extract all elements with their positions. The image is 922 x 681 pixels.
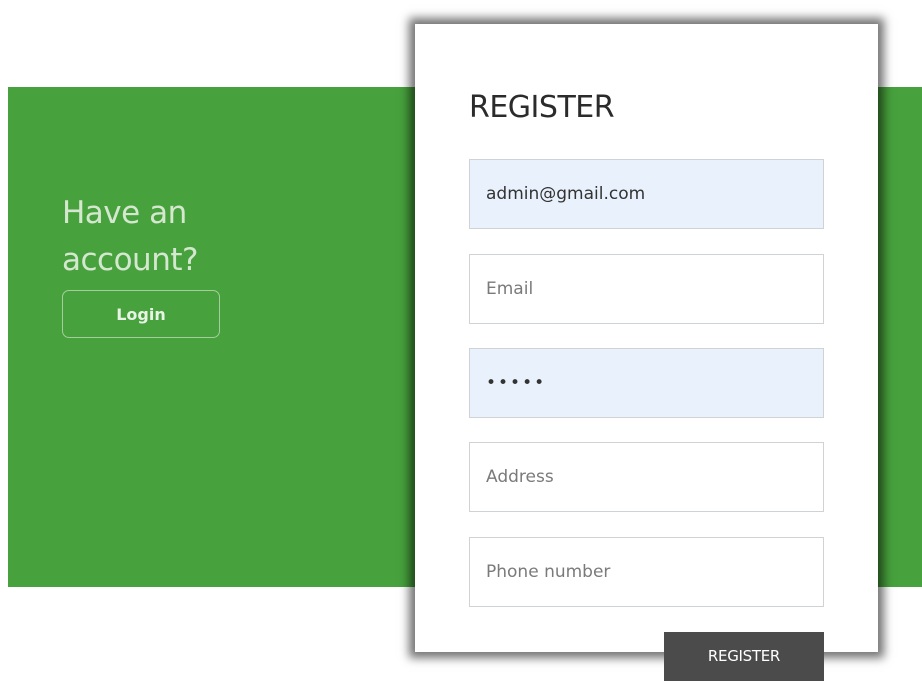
password-field[interactable] — [469, 348, 824, 418]
username-field[interactable] — [469, 159, 824, 229]
address-field[interactable] — [469, 442, 824, 512]
register-card: REGISTER — [415, 24, 878, 652]
page: Have an account? Login REGISTER REGISTER — [0, 0, 922, 681]
email-field[interactable] — [469, 254, 824, 324]
login-prompt-heading: Have an account? — [62, 190, 362, 284]
register-button[interactable]: REGISTER — [664, 632, 824, 681]
login-prompt: Have an account? Login — [62, 190, 362, 338]
login-button[interactable]: Login — [62, 290, 220, 338]
login-prompt-line-1: Have an — [62, 195, 187, 231]
register-title: REGISTER — [469, 90, 615, 125]
phone-number-field[interactable] — [469, 537, 824, 607]
login-prompt-line-2: account? — [62, 242, 198, 278]
